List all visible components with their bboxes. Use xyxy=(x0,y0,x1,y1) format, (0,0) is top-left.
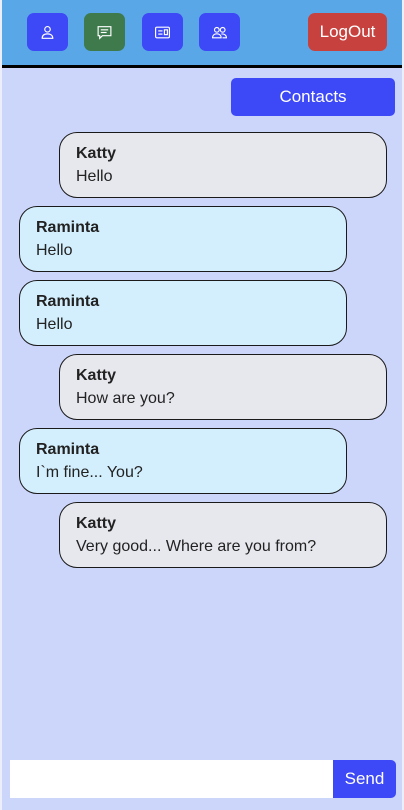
message-sender: Raminta xyxy=(36,441,100,458)
send-button[interactable]: Send xyxy=(333,760,396,798)
message-bubble: Raminta I`m fine... You? xyxy=(19,428,347,494)
message-bubble: Raminta Hello xyxy=(19,206,347,272)
message-sender: Raminta xyxy=(36,219,100,236)
users-icon xyxy=(212,26,227,38)
message-sender: Katty xyxy=(76,515,117,532)
chat-icon xyxy=(97,25,112,40)
chat-nav-button[interactable] xyxy=(84,13,125,51)
logout-button[interactable]: LogOut xyxy=(308,13,387,51)
top-nav-bar: LogOut xyxy=(2,0,402,68)
message-text: Hello xyxy=(36,316,73,333)
id-card-icon xyxy=(155,26,170,38)
message-text: How are you? xyxy=(76,390,175,407)
message-composer: Send xyxy=(10,760,396,798)
contacts-button[interactable]: Contacts xyxy=(231,78,395,116)
user-icon xyxy=(41,25,54,39)
message-sender: Katty xyxy=(76,145,117,162)
id-card-nav-button[interactable] xyxy=(142,13,183,51)
profile-nav-button[interactable] xyxy=(27,13,68,51)
message-text: Very good... Where are you from? xyxy=(76,538,317,555)
message-sender: Raminta xyxy=(36,293,100,310)
message-input[interactable] xyxy=(10,760,333,798)
chat-app: LogOut Contacts Katty Hello Raminta Hello Ra… xyxy=(0,0,404,810)
message-bubble: Raminta Hello xyxy=(19,280,347,346)
message-text: I`m fine... You? xyxy=(36,464,143,481)
message-text: Hello xyxy=(36,242,73,259)
message-bubble: Katty Very good... Where are you from? xyxy=(59,502,387,568)
message-sender: Katty xyxy=(76,367,117,384)
message-bubble: Katty How are you? xyxy=(59,354,387,420)
users-nav-button[interactable] xyxy=(199,13,240,51)
message-text: Hello xyxy=(76,168,113,185)
message-bubble: Katty Hello xyxy=(59,132,387,198)
